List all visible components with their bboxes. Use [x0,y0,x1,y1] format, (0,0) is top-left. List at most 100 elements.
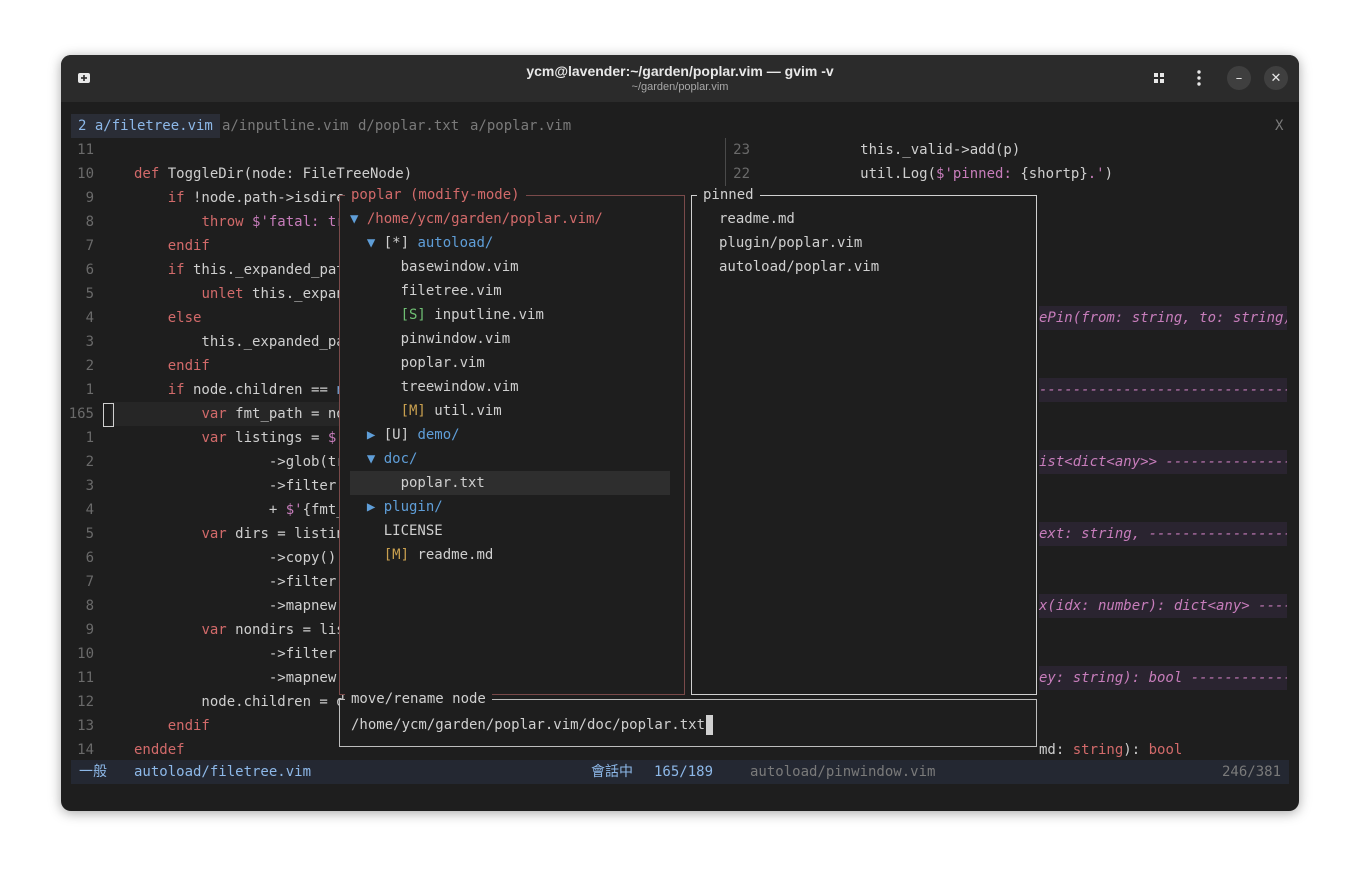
pinned-item[interactable]: autoload/poplar.vim [719,255,879,279]
tree-node[interactable]: ▼ [*] autoload/ [350,231,493,255]
mode-indicator: 一般 [79,764,107,780]
code-line[interactable]: this._expanded_pa [134,330,344,354]
code-line[interactable]: ->filter( [134,474,345,498]
code-line[interactable]: def ToggleDir(node: FileTreeNode) [134,162,412,186]
line-number: 10 [77,166,94,182]
code-line[interactable]: if !node.path->isdire [134,186,345,210]
tree-node-name: util.vim [434,403,502,419]
virtual-text: ey: string): bool ------------- [1039,666,1287,690]
code-line[interactable]: endif [134,234,210,258]
tab-close-button[interactable]: X [1275,114,1283,138]
tree-node-name: LICENSE [383,523,443,539]
tree-node-name: filetree.vim [400,283,502,299]
line-number: 4 [85,310,94,326]
menu-button[interactable] [1187,66,1211,90]
virtual-text: ------------------------------- [1039,378,1287,402]
tree-node-name: pinwindow.vim [400,331,511,347]
code-line[interactable]: var fmt_path = no [134,402,344,426]
code-line[interactable]: throw $'fatal: tr [134,210,344,234]
tree-node[interactable]: poplar.vim [350,351,485,375]
tab-poplar-vim[interactable]: a/poplar.vim [470,114,571,138]
tree-node[interactable]: [M] readme.md [350,543,494,567]
code-token: ) [1104,166,1114,182]
tabline: 2 a/filetree.vim a/inputline.vim d/popla… [71,114,1289,138]
expanded-arrow-icon[interactable]: ▼ [367,451,384,467]
collapsed-arrow-icon[interactable]: ▶ [367,427,384,443]
code-line[interactable]: ->copy() [134,546,336,570]
code-token: ToggleDir(node: FileTreeNode) [167,166,413,182]
tree-popup-title: poplar (modify-mode) [345,187,526,203]
code-line[interactable]: util.Log($'pinned: {shortp}.') [759,162,1113,186]
close-button[interactable]: ✕ [1264,66,1288,90]
code-line[interactable]: var listings = $' [134,426,344,450]
left-file-name: autoload/filetree.vim [134,764,312,780]
tab-poplar-txt[interactable]: d/poplar.txt [358,114,459,138]
minimize-button[interactable]: – [1227,66,1251,90]
tree-node-flag: [M] [383,547,418,563]
code-line[interactable]: var dirs = listin [134,522,344,546]
expanded-arrow-icon[interactable]: ▼ [350,211,367,227]
grid-button[interactable] [1147,66,1171,90]
line-number: 10 [77,646,94,662]
tab-inputline[interactable]: a/inputline.vim [222,114,348,138]
code-line[interactable]: ->glob(tr [134,450,345,474]
expanded-arrow-icon[interactable]: ▼ [367,235,384,251]
tree-node[interactable]: pinwindow.vim [350,327,511,351]
tree-node-name: poplar.txt [400,475,485,491]
tree-node[interactable]: LICENSE [350,519,443,543]
tree-popup[interactable]: poplar (modify-mode) ▼ /home/ycm/garden/… [339,187,685,695]
code-token: !node.path->isdire [184,190,345,206]
code-token: unlet [201,286,244,302]
window-subtitle: ~/garden/poplar.vim [631,81,729,93]
vim-screen[interactable]: 2 a/filetree.vim a/inputline.vim d/popla… [69,114,1289,784]
code-line[interactable]: endif [134,714,210,738]
code-line[interactable]: if this._expanded_pat [134,258,345,282]
code-token: ->copy() [134,550,337,566]
tree-node[interactable]: ▶ [U] demo/ [350,423,460,447]
code-token: this._expan [243,286,345,302]
code-line[interactable]: ->mapnew( [134,666,345,690]
tree-node[interactable]: ▼ /home/ycm/garden/poplar.vim/ [350,207,603,231]
code-line[interactable]: endif [134,354,210,378]
tree-node[interactable]: ▶ plugin/ [350,495,443,519]
code-line[interactable]: if node.children == n [134,378,345,402]
tree-node-name: plugin/ [383,499,443,515]
pinned-item[interactable]: plugin/poplar.vim [719,231,862,255]
vertical-split [725,138,726,186]
cursor-block [103,403,114,427]
code-line[interactable]: ->filter( [134,642,345,666]
collapsed-arrow-icon[interactable]: ▶ [367,499,384,515]
tree-node[interactable]: [S] inputline.vim [350,303,544,327]
line-number: 1 [85,382,94,398]
pinned-item[interactable]: readme.md [719,207,795,231]
tree-node[interactable]: filetree.vim [350,279,502,303]
tree-node[interactable]: poplar.txt [350,471,670,495]
virtual-text: x(idx: number): dict<any> ----- [1039,594,1287,618]
code-token: $' [285,502,303,518]
rename-popup[interactable]: move/rename node /home/ycm/garden/poplar… [339,691,1037,747]
code-line[interactable]: + $'{fmt_ [134,498,345,522]
tab-filetree[interactable]: 2 a/filetree.vim [71,114,220,138]
code-line[interactable]: ->filter( [134,570,345,594]
code-line[interactable]: var nondirs = lis [134,618,344,642]
tree-node[interactable]: ▼ doc/ [350,447,418,471]
code-line[interactable]: ->mapnew( [134,594,345,618]
code-token: var [201,430,227,446]
pinned-popup[interactable]: pinned readme.md plugin/poplar.vim autol… [691,187,1037,695]
code-line[interactable]: unlet this._expan [134,282,345,306]
code-token: else [167,310,202,326]
text-cursor [706,715,714,735]
tree-node[interactable]: [M] util.vim [350,399,502,423]
tree-node-flag: [U] [383,427,418,443]
titlebar[interactable]: ycm@lavender:~/garden/poplar.vim — gvim … [61,55,1299,102]
code-line[interactable]: enddef [134,738,185,762]
code-line[interactable]: else [134,306,202,330]
code-line[interactable]: node.children = d [134,690,344,714]
tree-node[interactable]: basewindow.vim [350,255,519,279]
virtual-text: ist<dict<any>> ---------------- [1039,450,1287,474]
code-line[interactable]: this._valid->add(p) [759,138,1020,162]
rename-input[interactable]: /home/ycm/garden/poplar.vim/doc/poplar.t… [351,713,714,737]
tree-node[interactable]: treewindow.vim [350,375,519,399]
